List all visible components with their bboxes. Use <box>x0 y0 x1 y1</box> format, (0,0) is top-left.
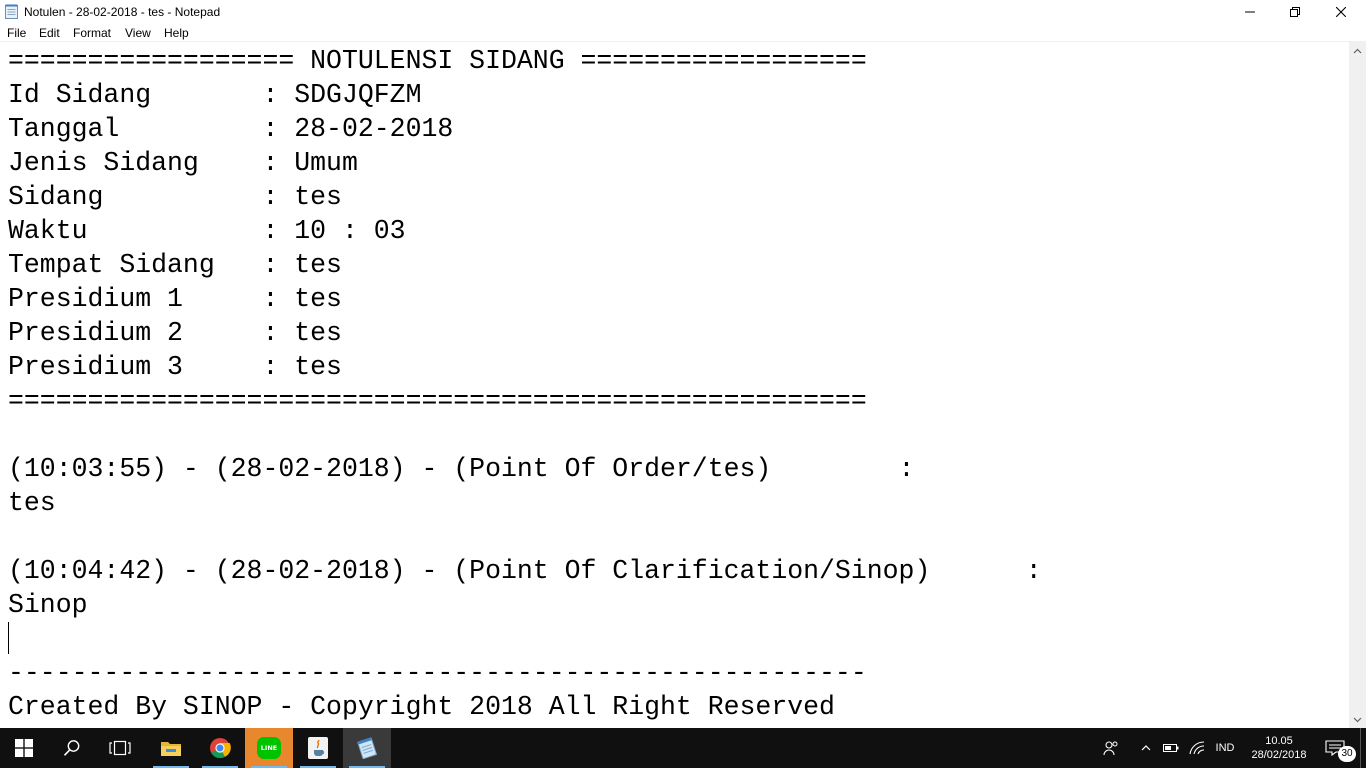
text-line[interactable]: Presidium 2 : tes <box>8 316 1042 350</box>
battery-button[interactable] <box>1159 728 1183 768</box>
task-view-button[interactable] <box>96 728 144 768</box>
clock-date: 28/02/2018 <box>1251 749 1307 761</box>
minimize-icon <box>1245 11 1255 12</box>
taskbar: LINE IND 10.05 28/02/2018 30 <box>0 728 1366 768</box>
text-line[interactable]: tes <box>8 486 1042 520</box>
text-line[interactable]: ========================================… <box>8 384 1042 418</box>
windows-logo-icon <box>15 739 33 757</box>
clock-button[interactable]: 10.05 28/02/2018 <box>1246 728 1312 768</box>
java-icon <box>308 737 328 759</box>
folder-icon <box>161 742 181 756</box>
text-line[interactable] <box>8 418 1042 452</box>
input-language-label: IND <box>1215 742 1235 754</box>
menu-edit[interactable]: Edit <box>39 26 60 40</box>
action-center-button[interactable]: 30 <box>1316 728 1356 768</box>
notification-count-badge: 30 <box>1338 746 1356 762</box>
text-line[interactable]: Tanggal : 28-02-2018 <box>8 112 1042 146</box>
notepad-icon <box>357 737 378 759</box>
wifi-icon <box>1189 741 1205 755</box>
text-line[interactable] <box>8 520 1042 554</box>
text-line[interactable]: (10:03:55) - (28-02-2018) - (Point Of Or… <box>8 452 1042 486</box>
taskbar-app-line[interactable]: LINE <box>245 728 293 768</box>
battery-icon <box>1163 744 1179 752</box>
text-line[interactable]: Jenis Sidang : Umum <box>8 146 1042 180</box>
text-line[interactable]: ----------------------------------------… <box>8 656 1042 690</box>
text-line[interactable]: Sinop <box>8 588 1042 622</box>
taskbar-app-notepad[interactable] <box>343 728 391 768</box>
text-line[interactable]: Presidium 3 : tes <box>8 350 1042 384</box>
text-caret <box>8 622 9 654</box>
minimize-button[interactable] <box>1227 0 1273 23</box>
start-button[interactable] <box>0 728 48 768</box>
people-icon <box>1103 741 1118 756</box>
text-line[interactable]: Created By SINOP - Copyright 2018 All Ri… <box>8 690 1042 724</box>
text-line[interactable] <box>8 622 1042 656</box>
menu-help[interactable]: Help <box>164 26 189 40</box>
taskbar-app-chrome[interactable] <box>196 728 244 768</box>
input-language-button[interactable]: IND <box>1210 728 1240 768</box>
scroll-down-button[interactable] <box>1349 711 1366 728</box>
vertical-scrollbar[interactable] <box>1349 42 1366 728</box>
text-line[interactable]: Id Sidang : SDGJQFZM <box>8 78 1042 112</box>
chrome-icon <box>210 738 231 759</box>
menu-file[interactable]: File <box>7 26 26 40</box>
text-line[interactable]: Tempat Sidang : tes <box>8 248 1042 282</box>
title-bar[interactable]: Notulen - 28-02-2018 - tes - Notepad <box>0 0 1366 23</box>
show-desktop-button[interactable] <box>1360 728 1366 768</box>
close-icon <box>1336 6 1346 17</box>
menu-view[interactable]: View <box>125 26 151 40</box>
people-button[interactable] <box>1098 728 1124 768</box>
line-icon: LINE <box>257 737 281 759</box>
network-button[interactable] <box>1185 728 1209 768</box>
chevron-up-icon <box>1141 745 1151 751</box>
task-view-icon <box>109 740 131 756</box>
search-icon <box>63 740 80 756</box>
menu-bar: File Edit Format View Help <box>0 23 1366 42</box>
notepad-app-icon[interactable] <box>5 4 18 19</box>
chevron-down-icon <box>1353 717 1362 722</box>
clock-time: 10.05 <box>1265 735 1293 747</box>
text-line[interactable]: ================== NOTULENSI SIDANG ====… <box>8 44 1042 78</box>
close-button[interactable] <box>1318 0 1364 23</box>
show-hidden-icons-button[interactable] <box>1136 728 1156 768</box>
document-text[interactable]: ================== NOTULENSI SIDANG ====… <box>8 44 1042 724</box>
menu-format[interactable]: Format <box>73 26 111 40</box>
scroll-up-button[interactable] <box>1349 42 1366 59</box>
text-line[interactable]: (10:04:42) - (28-02-2018) - (Point Of Cl… <box>8 554 1042 588</box>
search-button[interactable] <box>48 728 96 768</box>
taskbar-app-file-explorer[interactable] <box>147 728 195 768</box>
text-line[interactable]: Presidium 1 : tes <box>8 282 1042 316</box>
taskbar-app-java[interactable] <box>294 728 342 768</box>
text-editor[interactable]: ================== NOTULENSI SIDANG ====… <box>0 42 1349 728</box>
text-line[interactable]: Sidang : tes <box>8 180 1042 214</box>
restore-icon <box>1290 6 1300 17</box>
text-line[interactable]: Waktu : 10 : 03 <box>8 214 1042 248</box>
chevron-up-icon <box>1353 48 1362 53</box>
restore-button[interactable] <box>1272 0 1318 23</box>
window-title: Notulen - 28-02-2018 - tes - Notepad <box>24 5 221 19</box>
